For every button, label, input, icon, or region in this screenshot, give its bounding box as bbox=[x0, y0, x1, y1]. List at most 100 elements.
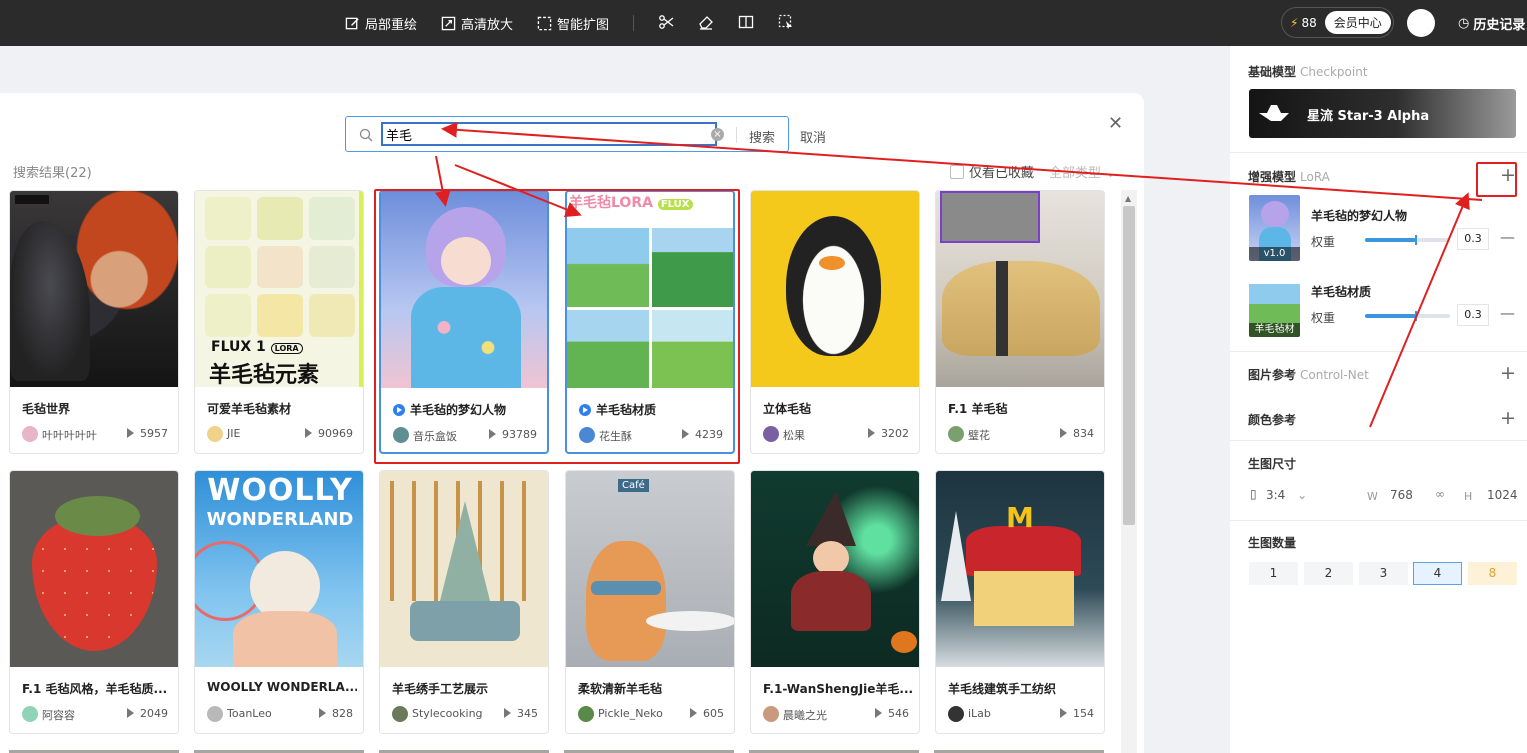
lora-weight-slider[interactable] bbox=[1365, 311, 1450, 321]
type-select[interactable]: 全部类型 ⌄ bbox=[1049, 162, 1116, 181]
base-model-name: 星流 Star-3 Alpha bbox=[1307, 109, 1430, 124]
base-model-label: 基础模型 bbox=[1248, 65, 1297, 79]
model-card[interactable]: WOOLLY WONDERLAND WOOLLY WONDERLA... Toa… bbox=[194, 470, 364, 734]
history-button[interactable]: ◷ 历史记录 bbox=[1458, 14, 1525, 33]
lora-thumb-hair bbox=[1261, 201, 1289, 227]
thumb-text-flux-label: FLUX 1 bbox=[211, 339, 266, 355]
model-card[interactable]: Café 柔软清新羊毛毡 Pickle_Neko 605 bbox=[565, 470, 735, 734]
model-card[interactable]: FLUX 1 LORA 羊毛毡元素 可爱羊毛毡素材 JIE 90969 bbox=[194, 190, 364, 454]
size-section-title: 生图尺寸 bbox=[1248, 457, 1297, 471]
cafe-table bbox=[646, 611, 734, 631]
link-icon[interactable]: ∞ bbox=[1435, 487, 1445, 501]
card-run-count: 546 bbox=[875, 707, 909, 720]
remove-lora-minus-icon[interactable]: — bbox=[1500, 304, 1515, 322]
search-button[interactable]: 搜索 bbox=[749, 127, 775, 146]
witch-cloak bbox=[791, 571, 871, 631]
scroll-up-icon[interactable]: ▲ bbox=[1125, 194, 1131, 203]
scroll-thumb[interactable] bbox=[1123, 206, 1135, 525]
house-wall bbox=[974, 571, 1074, 626]
lora-weight-knob[interactable] bbox=[1415, 235, 1417, 245]
lora-weight-input[interactable]: 0.3 bbox=[1457, 304, 1489, 326]
thumb-text-cafe: Café bbox=[618, 479, 649, 492]
divider bbox=[1230, 520, 1527, 521]
lora-name: 羊毛毡的梦幻人物 bbox=[1311, 209, 1408, 223]
author-avatar bbox=[578, 706, 594, 722]
model-card[interactable]: 羊毛绣手工艺展示 Stylecooking 345 bbox=[379, 470, 549, 734]
ratio-select[interactable]: 3:4 ⌄ bbox=[1266, 488, 1307, 502]
credits-count: 88 bbox=[1301, 15, 1317, 30]
control-net-section-title: 图片参考 Control-Net bbox=[1248, 366, 1369, 383]
chevron-down-icon: ⌄ bbox=[1105, 166, 1117, 181]
inpaint-button[interactable]: 局部重绘 bbox=[345, 13, 417, 33]
outpaint-button[interactable]: 智能扩图 bbox=[537, 13, 609, 33]
upscale-button[interactable]: 高清放大 bbox=[441, 13, 513, 33]
model-card[interactable]: M 羊毛线建筑手工纺织 iLab 154 bbox=[935, 470, 1105, 734]
model-card[interactable]: F.1-WanShengJie羊毛... 晨曦之光 546 bbox=[750, 470, 920, 734]
card-author: Pickle_Neko bbox=[598, 707, 663, 720]
card-author: 阿容容 bbox=[42, 709, 75, 722]
card-title: 可爱羊毛毡素材 bbox=[207, 402, 292, 416]
lora-version-badge: 羊毛毡材 bbox=[1249, 323, 1300, 337]
lora-thumbnail: 羊毛毡材 bbox=[1249, 271, 1300, 337]
avatar[interactable] bbox=[1407, 9, 1435, 37]
lora-version-badge: v1.0 bbox=[1249, 247, 1300, 261]
card-title: 羊毛绣手工艺展示 bbox=[392, 682, 489, 696]
lora-weight-input[interactable]: 0.3 bbox=[1457, 228, 1489, 250]
scissors-icon[interactable] bbox=[658, 14, 674, 30]
card-title: F.1-WanShengJie羊毛... bbox=[763, 682, 913, 696]
clear-icon[interactable]: × bbox=[711, 128, 724, 141]
eraser-icon[interactable] bbox=[698, 14, 714, 30]
strawberry-leaf bbox=[55, 496, 140, 536]
card-run-count: 828 bbox=[319, 707, 353, 720]
close-icon[interactable]: ✕ bbox=[1108, 113, 1123, 134]
search-input[interactable] bbox=[381, 122, 717, 146]
scrollbar[interactable]: ▲ bbox=[1121, 190, 1137, 753]
compare-icon[interactable] bbox=[738, 14, 754, 30]
model-card[interactable]: F.1 羊毛毡 璧花 834 bbox=[935, 190, 1105, 454]
card-thumbnail bbox=[10, 471, 178, 667]
add-control-net-plus-icon[interactable]: + bbox=[1500, 364, 1516, 383]
lora-label: 增强模型 bbox=[1248, 170, 1297, 184]
author-avatar bbox=[207, 706, 223, 722]
width-input[interactable]: 768 bbox=[1390, 488, 1413, 502]
select-icon[interactable] bbox=[778, 14, 794, 30]
vip-center-button[interactable]: 会员中心 bbox=[1324, 11, 1391, 34]
favorites-checkbox[interactable] bbox=[950, 164, 964, 179]
base-model-card[interactable]: 星流 Star-3 Alpha bbox=[1249, 89, 1516, 138]
count-option-1[interactable]: 1 bbox=[1249, 562, 1298, 585]
count-option-8[interactable]: 8 bbox=[1468, 562, 1517, 585]
count-option-4[interactable]: 4 bbox=[1413, 562, 1462, 585]
witch-face bbox=[813, 541, 849, 575]
lora-weight-slider[interactable] bbox=[1365, 235, 1450, 245]
card-thumbnail: WOOLLY WONDERLAND bbox=[195, 471, 363, 667]
chevron-down-icon: ⌄ bbox=[1297, 488, 1308, 502]
model-card[interactable]: 毛毡世界 叶叶叶叶叶 5957 bbox=[9, 190, 179, 454]
lora-weight-label: 权重 bbox=[1311, 311, 1336, 325]
card-title: 毛毡世界 bbox=[22, 402, 71, 416]
ratio-value: 3:4 bbox=[1266, 488, 1286, 502]
add-color-ref-plus-icon[interactable]: + bbox=[1500, 409, 1516, 428]
cancel-button[interactable]: 取消 bbox=[800, 127, 826, 146]
credits-badge[interactable]: ⚡ 88 会员中心 bbox=[1281, 7, 1394, 38]
favorites-filter[interactable]: 仅看已收藏 全部类型 ⌄ bbox=[950, 162, 1116, 181]
card-thumbnail bbox=[751, 471, 919, 667]
model-card[interactable]: F.1 毛毡风格，羊毛毡质... 阿容容 2049 bbox=[9, 470, 179, 734]
lora-weight-knob[interactable] bbox=[1415, 311, 1417, 321]
remove-lora-minus-icon[interactable]: — bbox=[1500, 228, 1515, 246]
model-card[interactable]: 立体毛毡 松果 3202 bbox=[750, 190, 920, 454]
card-run-count: 154 bbox=[1060, 707, 1094, 720]
cat-scarf bbox=[591, 581, 661, 595]
portrait-icon: ▯ bbox=[1250, 487, 1257, 501]
base-model-en: Checkpoint bbox=[1300, 65, 1368, 79]
edit-icon bbox=[345, 17, 359, 29]
upscale-label: 高清放大 bbox=[461, 17, 514, 33]
witch-hat bbox=[806, 491, 856, 546]
count-option-2[interactable]: 2 bbox=[1304, 562, 1353, 585]
count-option-3[interactable]: 3 bbox=[1359, 562, 1408, 585]
thumb-text-flux: FLUX 1 LORA bbox=[211, 339, 303, 355]
author-avatar bbox=[22, 426, 38, 442]
house-logo: M bbox=[1006, 501, 1034, 534]
toolbar-divider bbox=[633, 15, 634, 31]
height-input[interactable]: 1024 bbox=[1487, 488, 1518, 502]
card-author: Stylecooking bbox=[412, 707, 483, 720]
